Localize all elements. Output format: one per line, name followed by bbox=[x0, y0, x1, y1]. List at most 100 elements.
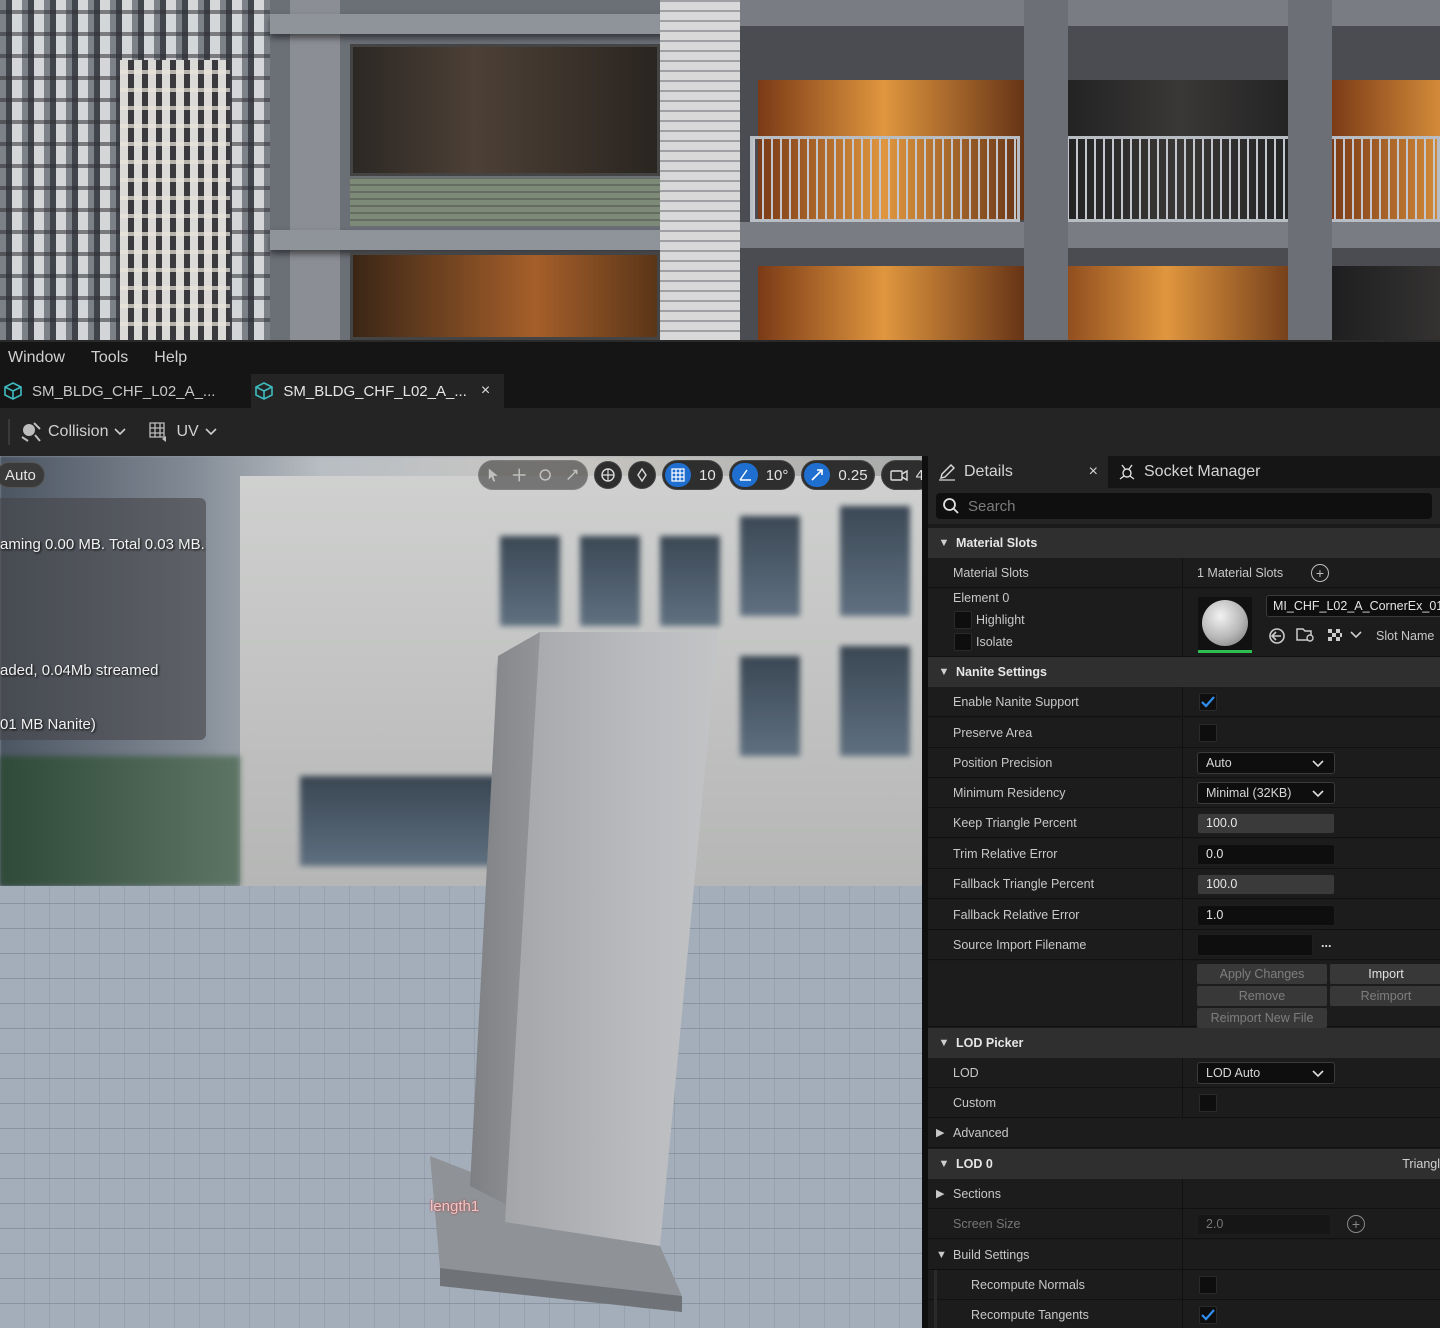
category-lod-picker[interactable]: ▼ LOD Picker bbox=[928, 1028, 1440, 1058]
dark-room bbox=[1330, 266, 1440, 340]
close-tab-icon[interactable]: × bbox=[481, 382, 490, 400]
prop-name: Custom bbox=[953, 1096, 997, 1110]
column bbox=[290, 0, 340, 340]
material-asset-picker[interactable]: MI_CHF_L02_A_CornerEx_01_0 bbox=[1266, 595, 1440, 617]
angle-snap-control[interactable]: 10° bbox=[728, 460, 796, 490]
recompute-normals-checkbox[interactable] bbox=[1199, 1276, 1217, 1294]
fallback-triangle-percent-input[interactable]: 100.0 bbox=[1197, 874, 1335, 895]
import-button[interactable]: Import bbox=[1330, 964, 1440, 984]
use-selected-asset-icon[interactable] bbox=[1268, 627, 1286, 645]
transform-tools[interactable] bbox=[478, 460, 588, 490]
uv-label: UV bbox=[176, 423, 199, 440]
prop-value: Auto bbox=[1182, 748, 1440, 778]
minimum-residency-dropdown[interactable]: Minimal (32KB) bbox=[1197, 782, 1335, 804]
add-material-slot-icon[interactable]: + bbox=[1311, 564, 1329, 582]
gothic-tower bbox=[120, 60, 230, 340]
scale-snap-icon bbox=[804, 463, 831, 487]
position-precision-dropdown[interactable]: Auto bbox=[1197, 752, 1335, 774]
recompute-tangents-checkbox[interactable] bbox=[1199, 1306, 1217, 1324]
menu-window[interactable]: Window bbox=[8, 349, 65, 367]
menu-tools[interactable]: Tools bbox=[91, 349, 128, 367]
menu-help[interactable]: Help bbox=[154, 349, 187, 367]
search-input[interactable]: Search bbox=[936, 493, 1432, 519]
prop-name: Material Slots bbox=[953, 566, 1029, 580]
keep-triangle-percent-input[interactable]: 100.0 bbox=[1197, 813, 1335, 834]
trim-relative-error-input[interactable]: 0.0 bbox=[1197, 844, 1335, 865]
surface-snap-toggle[interactable] bbox=[628, 461, 656, 489]
prop-value bbox=[1182, 1088, 1440, 1118]
reimport-new-file-button[interactable]: Reimport New File bbox=[1197, 1008, 1327, 1028]
prop-value bbox=[1182, 1179, 1440, 1209]
prop-sections[interactable]: ▶ Sections bbox=[928, 1179, 1440, 1209]
material-sphere-preview bbox=[1202, 600, 1248, 646]
rotate-icon bbox=[539, 469, 552, 481]
tab-socket-manager[interactable]: Socket Manager bbox=[1108, 456, 1261, 488]
tab-socket-manager-label: Socket Manager bbox=[1144, 463, 1261, 480]
screen-size-input[interactable]: 2.0 bbox=[1197, 1214, 1331, 1235]
camera-icon bbox=[889, 469, 908, 482]
material-slot-count: 1 Material Slots bbox=[1197, 566, 1284, 580]
add-screen-size-icon[interactable]: + bbox=[1347, 1215, 1365, 1233]
socket-label[interactable]: length1 bbox=[430, 1198, 479, 1215]
fallback-relative-error-input[interactable]: 1.0 bbox=[1197, 905, 1335, 926]
chevron-down-icon[interactable] bbox=[1350, 631, 1362, 639]
category-label: LOD 0 bbox=[956, 1157, 993, 1171]
checkerboard-icon[interactable] bbox=[1326, 627, 1344, 645]
prop-custom: Custom bbox=[928, 1088, 1440, 1118]
browse-file-icon[interactable]: ... bbox=[1321, 936, 1331, 950]
tab-static-mesh-2[interactable]: SM_BLDG_CHF_L02_A_... × bbox=[251, 374, 505, 408]
mesh-viewport[interactable]: aming 0.00 MB. Total 0.03 MB. aded, 0.04… bbox=[0, 456, 922, 1328]
category-lod-0[interactable]: ▼ LOD 0 Triangl bbox=[928, 1149, 1440, 1179]
prop-name: Build Settings bbox=[953, 1248, 1030, 1262]
background-render bbox=[0, 0, 1440, 340]
lod-dropdown[interactable]: LOD Auto bbox=[1197, 1062, 1335, 1084]
uv-menu-button[interactable]: UV bbox=[148, 421, 217, 443]
slot-name-label: Slot Name bbox=[1376, 629, 1435, 643]
move-icon bbox=[512, 468, 526, 482]
lit-room bbox=[758, 266, 1038, 340]
tab-details[interactable]: Details × bbox=[928, 456, 1108, 488]
world-local-toggle[interactable] bbox=[594, 461, 622, 489]
details-panel: Details × Socket Manager Search ▼ Materi… bbox=[922, 456, 1440, 1328]
remove-button[interactable]: Remove bbox=[1197, 986, 1327, 1006]
material-thumbnail[interactable] bbox=[1198, 597, 1252, 653]
source-import-filename-input[interactable] bbox=[1197, 934, 1313, 956]
prop-value bbox=[1182, 687, 1440, 717]
preserve-area-checkbox[interactable] bbox=[1199, 724, 1217, 742]
prop-value bbox=[1182, 718, 1440, 748]
isolate-checkbox[interactable] bbox=[954, 633, 972, 651]
browse-asset-icon[interactable] bbox=[1296, 626, 1316, 644]
prop-value bbox=[1182, 1300, 1440, 1328]
tab-static-mesh-1[interactable]: SM_BLDG_CHF_L02_A_... bbox=[0, 374, 225, 408]
chevron-down-icon bbox=[1312, 1070, 1324, 1078]
reimport-button[interactable]: Reimport bbox=[1330, 986, 1440, 1006]
category-label: Nanite Settings bbox=[956, 665, 1047, 679]
tab-label: SM_BLDG_CHF_L02_A_... bbox=[283, 382, 467, 400]
prop-build-settings[interactable]: ▼ Build Settings bbox=[928, 1240, 1440, 1270]
category-nanite-settings[interactable]: ▼ Nanite Settings bbox=[928, 657, 1440, 687]
apartment-building-right bbox=[740, 0, 1440, 340]
tab-details-label: Details bbox=[964, 463, 1013, 480]
close-details-icon[interactable]: × bbox=[1089, 463, 1098, 481]
grid-snap-control[interactable]: 10 bbox=[662, 460, 723, 490]
camera-speed-control[interactable]: 4 bbox=[880, 460, 922, 490]
prop-name: Fallback Relative Error bbox=[953, 908, 1080, 922]
collapsed-arrow-icon: ▶ bbox=[936, 1188, 945, 1200]
prop-value: LOD Auto bbox=[1182, 1058, 1440, 1088]
menu-bar: Window Tools Help bbox=[0, 340, 1440, 374]
category-material-slots[interactable]: ▼ Material Slots bbox=[928, 528, 1440, 558]
highlight-checkbox[interactable] bbox=[954, 611, 972, 629]
chevron-down-icon bbox=[114, 428, 127, 436]
prop-enable-nanite-support: Enable Nanite Support bbox=[928, 687, 1440, 717]
custom-checkbox[interactable] bbox=[1199, 1094, 1217, 1112]
window bbox=[350, 252, 660, 340]
collision-menu-button[interactable]: Collision bbox=[20, 421, 127, 443]
view-mode-button[interactable]: Auto bbox=[0, 462, 45, 488]
prop-name: Position Precision bbox=[953, 756, 1053, 770]
lod-triangle-count: Triangl bbox=[1402, 1157, 1440, 1171]
nanite-actions: Apply Changes Import Remove Reimport Rei… bbox=[928, 961, 1440, 1028]
scale-snap-control[interactable]: 0.25 bbox=[801, 460, 875, 490]
prop-advanced[interactable]: ▶ Advanced bbox=[928, 1118, 1440, 1148]
apply-changes-button[interactable]: Apply Changes bbox=[1197, 964, 1327, 984]
enable-nanite-checkbox[interactable] bbox=[1199, 693, 1217, 711]
